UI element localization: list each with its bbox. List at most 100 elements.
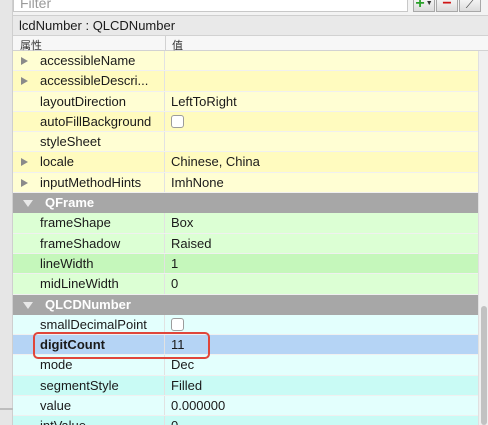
property-value[interactable]: Raised — [166, 234, 478, 253]
remove-dynamic-property-button[interactable]: − — [436, 0, 458, 12]
property-value-text: Dec — [171, 357, 195, 373]
property-name-text: midLineWidth — [40, 276, 119, 292]
property-row-midlinewidth[interactable]: midLineWidth 0 — [13, 274, 478, 295]
expand-arrow-icon[interactable] — [21, 158, 28, 167]
property-row-digitcount[interactable]: digitCount 11 — [13, 335, 478, 356]
property-name: layoutDirection — [13, 91, 165, 111]
property-table: accessibleName accessibleDescri... layoutD… — [13, 51, 478, 425]
filter-bar: Filter + ▼ − ⟋ — [13, 0, 488, 14]
filter-input[interactable]: Filter — [13, 0, 408, 12]
section-header-qlcdnumber[interactable]: QLCDNumber — [13, 294, 478, 315]
left-splitter[interactable] — [0, 0, 13, 425]
property-row-locale[interactable]: locale Chinese, China — [13, 152, 478, 173]
property-name-text: styleSheet — [40, 134, 101, 150]
property-name: value — [13, 396, 165, 416]
property-name-text: accessibleDescri... — [40, 73, 149, 89]
property-row-inputmethodhints[interactable]: inputMethodHints ImhNone — [13, 172, 478, 194]
property-name-text: lineWidth — [40, 255, 94, 271]
property-name-text: smallDecimalPoint — [40, 316, 147, 332]
property-name: segmentStyle — [13, 375, 165, 396]
property-row-mode[interactable]: mode Dec — [13, 355, 478, 376]
property-value[interactable] — [166, 315, 478, 334]
property-value[interactable]: 0 — [166, 274, 478, 293]
property-name: accessibleDescri... — [13, 71, 165, 91]
property-name: autoFillBackground — [13, 111, 165, 132]
property-value[interactable] — [166, 112, 478, 131]
property-value-text: Filled — [171, 377, 203, 393]
property-row-accessiblename[interactable]: accessibleName — [13, 51, 478, 72]
property-name-text: autoFillBackground — [40, 113, 152, 129]
property-value[interactable]: 11 — [166, 335, 478, 354]
property-value-text: 0.000000 — [171, 398, 226, 414]
property-row-accessibledescri[interactable]: accessibleDescri... — [13, 71, 478, 92]
property-checkbox[interactable] — [171, 317, 184, 331]
property-name: lineWidth — [13, 253, 165, 274]
collapse-triangle-icon[interactable] — [23, 301, 33, 309]
property-value[interactable] — [166, 51, 478, 70]
property-name: smallDecimalPoint — [13, 314, 165, 335]
property-name: locale — [13, 152, 165, 172]
section-label: QFrame — [45, 195, 95, 211]
property-name-text: digitCount — [40, 337, 105, 353]
property-value-text: 0 — [171, 418, 178, 425]
property-value-text: LeftToRight — [171, 93, 237, 109]
property-value[interactable]: 0.000000 — [166, 396, 478, 415]
property-value[interactable]: Dec — [166, 355, 478, 374]
property-row-autofillbackground[interactable]: autoFillBackground — [13, 111, 478, 133]
column-header: 属性 值 — [13, 35, 488, 52]
property-row-value[interactable]: value 0.000000 — [13, 396, 478, 417]
property-value[interactable]: 1 — [166, 254, 478, 273]
add-dynamic-property-button[interactable]: + ▼ — [413, 0, 435, 12]
object-class-header: lcdNumber : QLCDNumber — [13, 15, 488, 35]
column-separator[interactable] — [165, 36, 166, 52]
property-value-text: Raised — [171, 235, 212, 251]
property-value-text: Chinese, China — [171, 154, 260, 170]
property-row-frameshadow[interactable]: frameShadow Raised — [13, 233, 478, 254]
property-name: frameShadow — [13, 233, 165, 253]
property-row-intvalue[interactable]: intValue 0 — [13, 416, 478, 425]
chevron-down-icon: ▼ — [425, 0, 433, 7]
expand-arrow-icon[interactable] — [21, 57, 28, 65]
property-row-frameshape[interactable]: frameShape Box — [13, 213, 478, 234]
property-row-segmentstyle[interactable]: segmentStyle Filled — [13, 375, 478, 397]
property-name-text: intValue — [40, 418, 86, 425]
property-editor-panel: Filter + ▼ − ⟋ lcdNumber : QLCDNumber 属性 … — [13, 0, 488, 425]
vertical-scrollbar[interactable] — [478, 51, 488, 425]
property-name-text: accessibleName — [40, 53, 136, 68]
property-name: accessibleName — [13, 51, 165, 71]
property-row-linewidth[interactable]: lineWidth 1 — [13, 253, 478, 275]
property-value[interactable] — [166, 71, 478, 90]
configure-button[interactable]: ⟋ — [459, 0, 481, 12]
property-value[interactable]: LeftToRight — [166, 92, 478, 111]
property-value[interactable]: Box — [166, 213, 478, 232]
property-name-text: value — [40, 398, 72, 414]
property-value[interactable]: Filled — [166, 376, 478, 395]
property-name: digitCount — [13, 335, 165, 355]
property-name-text: frameShadow — [40, 235, 121, 251]
property-value[interactable]: Chinese, China — [166, 152, 478, 171]
property-value-text: Box — [171, 215, 194, 231]
property-name-text: inputMethodHints — [40, 174, 142, 190]
section-header-qframe[interactable]: QFrame — [13, 193, 478, 214]
property-name: styleSheet — [13, 132, 165, 152]
collapse-triangle-icon[interactable] — [23, 200, 33, 208]
property-value[interactable]: ImhNone — [166, 173, 478, 192]
property-name: mode — [13, 355, 165, 375]
property-name-text: mode — [40, 357, 73, 373]
section-label: QLCDNumber — [45, 296, 131, 312]
property-value-text: 11 — [171, 337, 185, 353]
wrench-icon: ⟋ — [465, 0, 475, 11]
property-row-smalldecimalpoint[interactable]: smallDecimalPoint — [13, 314, 478, 336]
property-name-text: segmentStyle — [40, 377, 119, 393]
property-checkbox[interactable] — [171, 114, 184, 128]
property-row-stylesheet[interactable]: styleSheet — [13, 132, 478, 153]
property-name: inputMethodHints — [13, 172, 165, 193]
property-row-layoutdirection[interactable]: layoutDirection LeftToRight — [13, 91, 478, 112]
property-value[interactable]: 0 — [166, 416, 478, 425]
expand-arrow-icon[interactable] — [21, 178, 28, 187]
property-value-text: ImhNone — [171, 174, 224, 190]
property-value[interactable] — [166, 132, 478, 151]
scrollbar-thumb[interactable] — [481, 306, 487, 425]
minus-icon: − — [442, 0, 452, 12]
expand-arrow-icon[interactable] — [21, 77, 28, 86]
